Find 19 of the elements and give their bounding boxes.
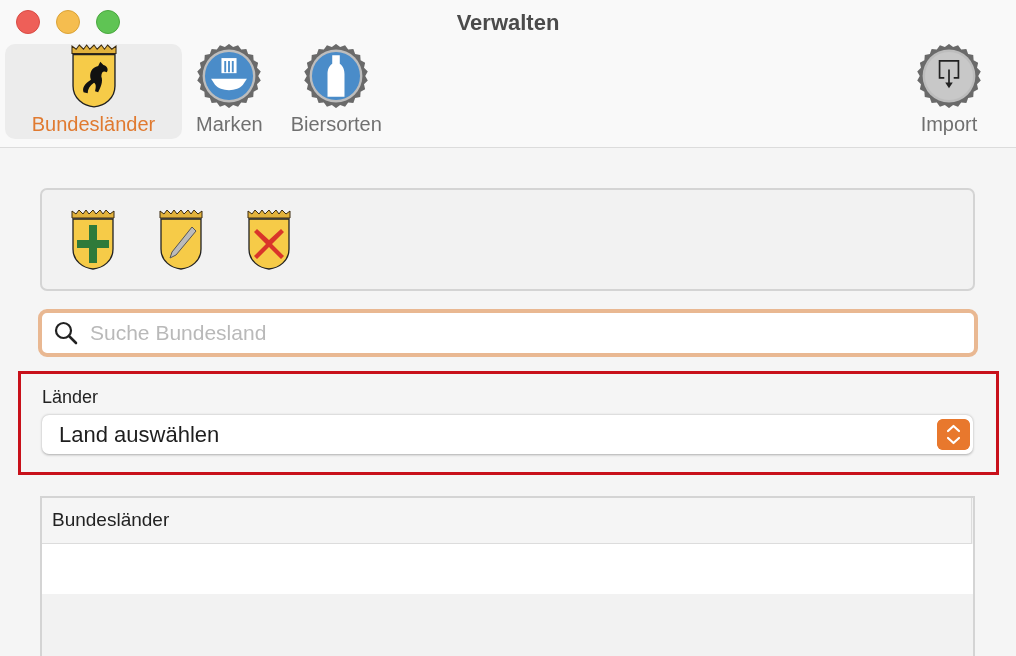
toolbar-tab[interactable]: Import — [902, 44, 996, 139]
close-button[interactable] — [16, 10, 40, 34]
search-icon — [54, 321, 78, 345]
minimize-button[interactable] — [56, 10, 80, 34]
toolbar-tab[interactable]: Biersorten — [276, 44, 396, 139]
stepper-icon — [937, 419, 970, 450]
field-label: Länder — [42, 386, 100, 409]
toolbar-tab[interactable]: Marken — [182, 44, 277, 139]
country-select[interactable]: Land auswählen — [42, 415, 973, 454]
window-title: Verwalten — [456, 8, 560, 37]
delete-icon[interactable] — [245, 208, 293, 271]
import-icon — [916, 44, 982, 108]
column-header[interactable]: Bundesländer — [42, 498, 972, 544]
edit-icon[interactable] — [157, 208, 205, 271]
add-icon[interactable] — [69, 208, 117, 271]
search-input[interactable]: Suche Bundesland — [88, 316, 974, 350]
search-field[interactable]: Suche Bundesland — [38, 309, 978, 357]
zoom-button[interactable] — [96, 10, 120, 34]
toolbar-tab[interactable]: Bundesländer — [5, 44, 182, 139]
